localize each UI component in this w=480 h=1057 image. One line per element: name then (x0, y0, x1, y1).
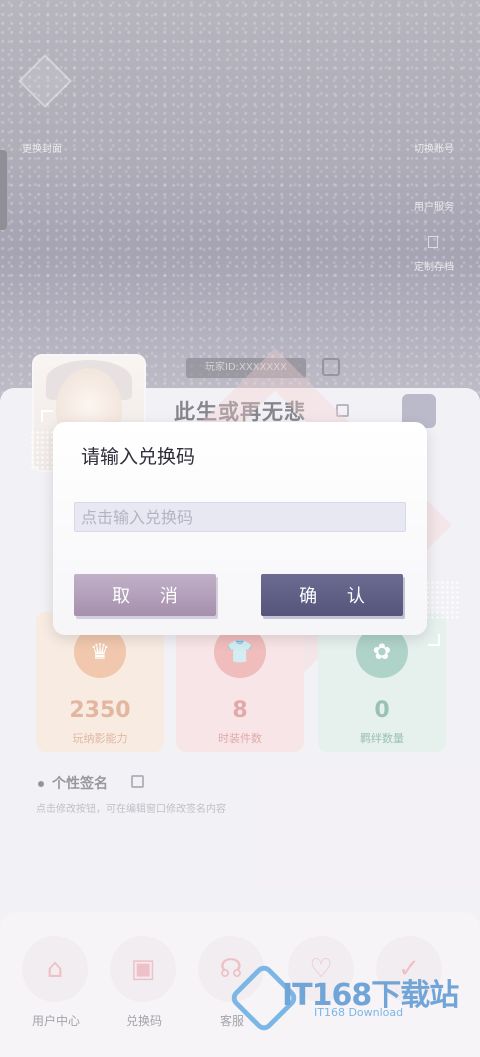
cancel-button[interactable]: 取 消 (74, 574, 216, 616)
corner-bracket (41, 410, 53, 422)
confirm-button[interactable]: 确 认 (261, 574, 403, 616)
redeem-code-input[interactable] (74, 502, 406, 532)
corner-bracket (428, 634, 440, 646)
redeem-code-dialog: 请输入兑换码 取 消 确 认 (53, 422, 427, 635)
dialog-title: 请输入兑换码 (81, 446, 196, 468)
